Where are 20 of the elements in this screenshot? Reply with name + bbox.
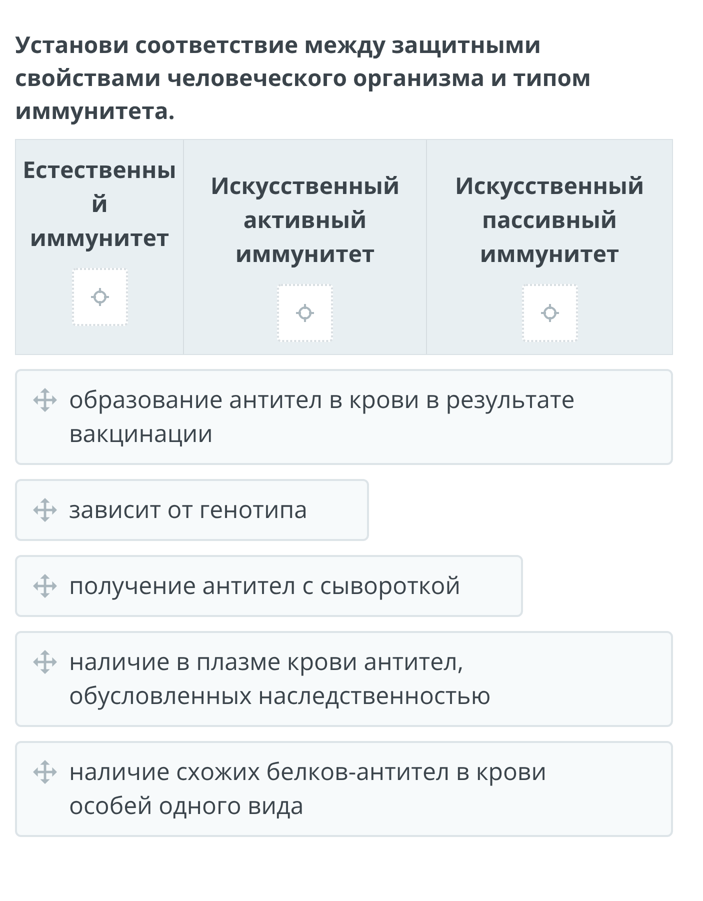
move-icon	[33, 574, 57, 598]
column-heading: Естественный иммунитет	[22, 152, 177, 254]
move-icon	[33, 760, 57, 784]
column-heading: Искусственный пассивный иммунитет	[454, 168, 646, 270]
question-text: Установи соответствие между защитными свойствами человеческого организма и типом иммунитета.	[15, 28, 592, 127]
target-icon	[90, 287, 110, 307]
drop-zone[interactable]	[277, 284, 333, 342]
column-heading: Искусственный активный иммунитет	[209, 168, 401, 270]
draggable-answer[interactable]: образование антител в крови в результате вакцинации	[15, 369, 673, 465]
drop-zone[interactable]	[522, 284, 578, 342]
draggable-answer[interactable]: зависит от генотипа	[15, 479, 370, 541]
target-icon	[540, 303, 560, 323]
move-icon	[33, 498, 57, 522]
target-icon	[295, 303, 315, 323]
draggable-answer[interactable]: наличие схожих белков-антител в крови особей одного вида	[15, 741, 673, 837]
move-icon	[33, 388, 57, 412]
draggable-answer[interactable]: наличие в плазме крови антител, обусловленных наследственностью	[15, 631, 673, 727]
drop-zone[interactable]	[72, 268, 128, 326]
move-icon	[33, 650, 57, 674]
draggable-answer[interactable]: получение антител с сывороткой	[15, 555, 522, 617]
